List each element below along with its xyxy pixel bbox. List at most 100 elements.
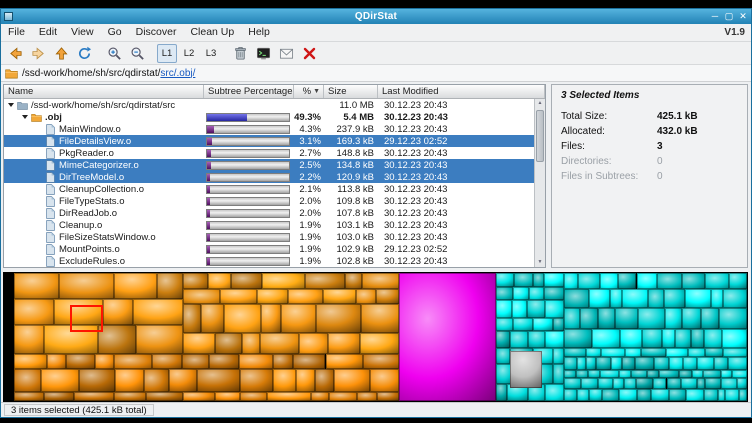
- treemap-tile[interactable]: [144, 369, 169, 392]
- treemap-tile[interactable]: [682, 308, 701, 329]
- treemap-tile[interactable]: [496, 384, 507, 401]
- treemap-tile[interactable]: [553, 364, 564, 384]
- scroll-down-icon[interactable]: ▼: [535, 258, 545, 267]
- treemap-tile[interactable]: [370, 369, 399, 392]
- column-header--[interactable]: %▼: [294, 85, 324, 98]
- treemap-tile[interactable]: [586, 357, 596, 370]
- treemap[interactable]: [3, 272, 748, 402]
- treemap-tile[interactable]: [224, 304, 261, 332]
- treemap-tile[interactable]: [669, 357, 683, 370]
- treemap-tile[interactable]: [329, 392, 356, 401]
- treemap-tile[interactable]: [544, 287, 564, 300]
- treemap-tile[interactable]: [377, 392, 399, 401]
- treemap-tile[interactable]: [619, 370, 631, 377]
- treemap-tile[interactable]: [513, 287, 529, 300]
- menu-go[interactable]: Go: [101, 24, 129, 41]
- treemap-tile[interactable]: [564, 273, 579, 289]
- zoom-in-button[interactable]: [104, 44, 125, 63]
- treemap-tile[interactable]: [666, 348, 689, 357]
- table-row[interactable]: FileDetailsView.o3.1%169.3 kB29.12.23 02…: [4, 135, 545, 147]
- treemap-tile[interactable]: [257, 289, 288, 304]
- treemap-tile[interactable]: [323, 289, 356, 304]
- treemap-tile[interactable]: [273, 369, 296, 392]
- tree-level-2-button[interactable]: L2: [179, 44, 199, 63]
- treemap-tile[interactable]: [602, 389, 619, 401]
- treemap-tile[interactable]: [728, 357, 747, 370]
- treemap-tile[interactable]: [357, 392, 377, 401]
- treemap-tile[interactable]: [657, 273, 682, 289]
- treemap-tile[interactable]: [361, 304, 399, 332]
- tree-scrollbar[interactable]: ▲ ▼: [534, 99, 545, 267]
- treemap-tile[interactable]: [624, 378, 636, 389]
- treemap-tile[interactable]: [98, 325, 136, 353]
- treemap-tile[interactable]: [564, 357, 577, 370]
- treemap-tile[interactable]: [103, 299, 133, 325]
- tree-level-3-button[interactable]: L3: [201, 44, 221, 63]
- close-button[interactable]: ✕: [736, 9, 750, 24]
- treemap-tile[interactable]: [732, 370, 747, 377]
- treemap-tile[interactable]: [157, 273, 183, 299]
- treemap-tile[interactable]: [239, 354, 273, 370]
- treemap-tile[interactable]: [201, 304, 225, 332]
- treemap-tile[interactable]: [619, 389, 637, 401]
- treemap-tile[interactable]: [326, 354, 363, 370]
- treemap-tile[interactable]: [182, 354, 209, 370]
- treemap-tile[interactable]: [648, 289, 664, 308]
- treemap-tile[interactable]: [714, 357, 728, 370]
- treemap-section[interactable]: [14, 354, 399, 401]
- treemap-tile[interactable]: [114, 354, 152, 370]
- treemap-tile[interactable]: [651, 389, 669, 401]
- treemap-tile[interactable]: [598, 378, 613, 389]
- breadcrumb-link-src[interactable]: src/: [160, 68, 176, 79]
- treemap-tile[interactable]: [47, 354, 67, 370]
- treemap-tile[interactable]: [686, 389, 704, 401]
- treemap-tile[interactable]: [704, 389, 718, 401]
- treemap-tile[interactable]: [183, 333, 215, 354]
- scroll-up-icon[interactable]: ▲: [535, 99, 545, 108]
- treemap-tile[interactable]: [183, 273, 209, 289]
- treemap-tile[interactable]: [739, 389, 747, 401]
- treemap-tile[interactable]: [601, 348, 624, 357]
- treemap-tile[interactable]: [514, 273, 533, 287]
- open-terminal-button[interactable]: [253, 44, 274, 63]
- treemap-tile[interactable]: [615, 308, 638, 329]
- treemap-section[interactable]: [399, 273, 496, 401]
- column-header-subtree-percentage[interactable]: Subtree Percentage: [204, 85, 294, 98]
- minimize-button[interactable]: ─: [708, 9, 722, 24]
- treemap-tile[interactable]: [527, 300, 545, 319]
- treemap-tile[interactable]: [577, 357, 586, 370]
- treemap-tile[interactable]: [512, 300, 527, 319]
- treemap-tile[interactable]: [363, 354, 399, 370]
- treemap-section[interactable]: [183, 273, 399, 354]
- treemap-tile[interactable]: [281, 304, 316, 332]
- treemap-tile[interactable]: [220, 289, 258, 304]
- table-row[interactable]: ExcludeRules.o1.9%102.8 kB30.12.23 20:43: [4, 255, 545, 267]
- treemap-tile[interactable]: [675, 329, 691, 348]
- treemap-tile[interactable]: [654, 357, 670, 370]
- treemap-tile[interactable]: [577, 389, 589, 401]
- treemap-tile[interactable]: [79, 369, 115, 392]
- treemap-tile[interactable]: [215, 333, 242, 354]
- treemap-tile[interactable]: [718, 389, 725, 401]
- treemap-tile[interactable]: [183, 392, 215, 401]
- treemap-tile[interactable]: [564, 348, 587, 357]
- treemap-tile[interactable]: [564, 289, 589, 308]
- treemap-tile[interactable]: [592, 329, 620, 348]
- treemap-tile[interactable]: [334, 369, 370, 392]
- column-header-last-modified[interactable]: Last Modified: [378, 85, 545, 98]
- treemap-tile[interactable]: [545, 384, 563, 401]
- treemap-tile[interactable]: [14, 273, 59, 299]
- treemap-tile[interactable]: [637, 273, 657, 289]
- expander-icon[interactable]: [8, 103, 14, 107]
- treemap-tile[interactable]: [647, 370, 658, 377]
- refresh-button[interactable]: [74, 44, 95, 63]
- treemap-tile[interactable]: [146, 392, 183, 401]
- treemap-section[interactable]: [564, 357, 747, 401]
- treemap-tile[interactable]: [362, 273, 398, 289]
- treemap-tile[interactable]: [581, 378, 599, 389]
- treemap-tile[interactable]: [114, 392, 146, 401]
- treemap-tile[interactable]: [682, 273, 704, 289]
- treemap-tile[interactable]: [705, 378, 721, 389]
- table-row[interactable]: MimeCategorizer.o2.5%134.8 kB30.12.23 20…: [4, 159, 545, 171]
- table-row[interactable]: PkgReader.o2.7%148.8 kB30.12.23 20:43: [4, 147, 545, 159]
